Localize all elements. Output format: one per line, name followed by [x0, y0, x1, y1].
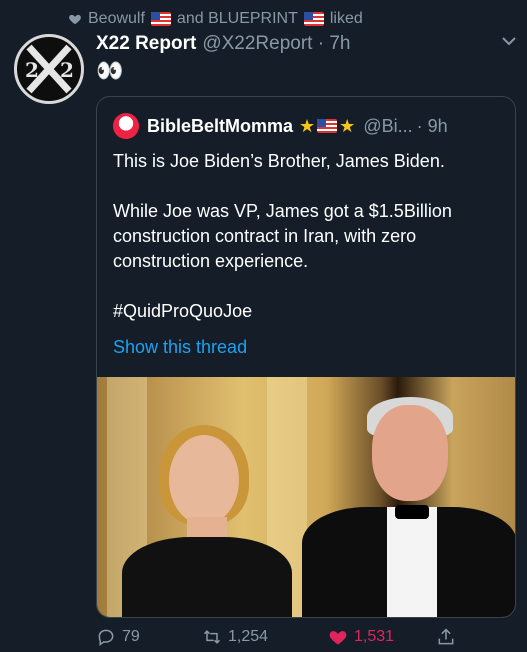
heart-icon: [69, 14, 81, 25]
quoted-author-name[interactable]: BibleBeltMomma: [147, 116, 293, 137]
reply-count: 79: [122, 628, 140, 645]
tweet-photo[interactable]: [97, 377, 515, 617]
like-button[interactable]: 1,531: [328, 627, 416, 647]
x22-logo-icon: 2 2: [25, 44, 74, 94]
quoted-tweet-text: This is Joe Biden’s Brother, James Biden…: [113, 151, 452, 321]
retweet-count: 1,254: [228, 628, 269, 645]
tweet-actions: 79 1,254 1,531: [96, 624, 516, 650]
reply-button[interactable]: 79: [96, 627, 182, 647]
like-count: 1,531: [354, 628, 395, 645]
quoted-tweet[interactable]: BibleBeltMomma ★ ★ @Bi... · 9h This is J…: [96, 96, 516, 618]
star-icon: ★: [339, 115, 356, 136]
reply-icon: [98, 629, 114, 646]
share-icon: [438, 628, 454, 645]
us-flag-icon: [317, 119, 338, 133]
svg-text:2: 2: [25, 58, 39, 82]
quoted-tweet-time: · 9h: [416, 115, 448, 136]
svg-text:2: 2: [60, 58, 74, 82]
author-avatar[interactable]: 2 2: [14, 34, 84, 104]
social-context: Beowulf and BLUEPRINT liked: [68, 8, 363, 30]
retweet-icon: [203, 630, 221, 644]
quoted-tweet-header: BibleBeltMomma ★ ★ @Bi... · 9h: [113, 113, 501, 139]
quoted-author-handle: @Bi...: [363, 115, 413, 136]
liked-label: liked: [329, 10, 363, 27]
author-name[interactable]: X22 Report: [96, 33, 196, 55]
retweet-button[interactable]: 1,254: [202, 627, 314, 647]
show-thread-link[interactable]: Show this thread: [113, 337, 247, 358]
liked-by-user-1[interactable]: Beowulf: [88, 10, 145, 28]
tweet-body: 👀: [96, 58, 123, 83]
share-button[interactable]: [436, 627, 456, 647]
us-flag-icon: [303, 12, 324, 26]
liked-by-and-user-2[interactable]: and BLUEPRINT: [177, 10, 298, 28]
star-icon: ★: [299, 115, 316, 136]
author-handle-time: @X22Report · 7h: [202, 33, 351, 54]
us-flag-icon: [150, 12, 171, 26]
heart-filled-icon: [329, 631, 347, 645]
chevron-down-icon[interactable]: [501, 34, 517, 52]
quoted-author-avatar[interactable]: [113, 113, 139, 139]
tweet-header: X22 Report @X22Report · 7h: [96, 32, 515, 56]
